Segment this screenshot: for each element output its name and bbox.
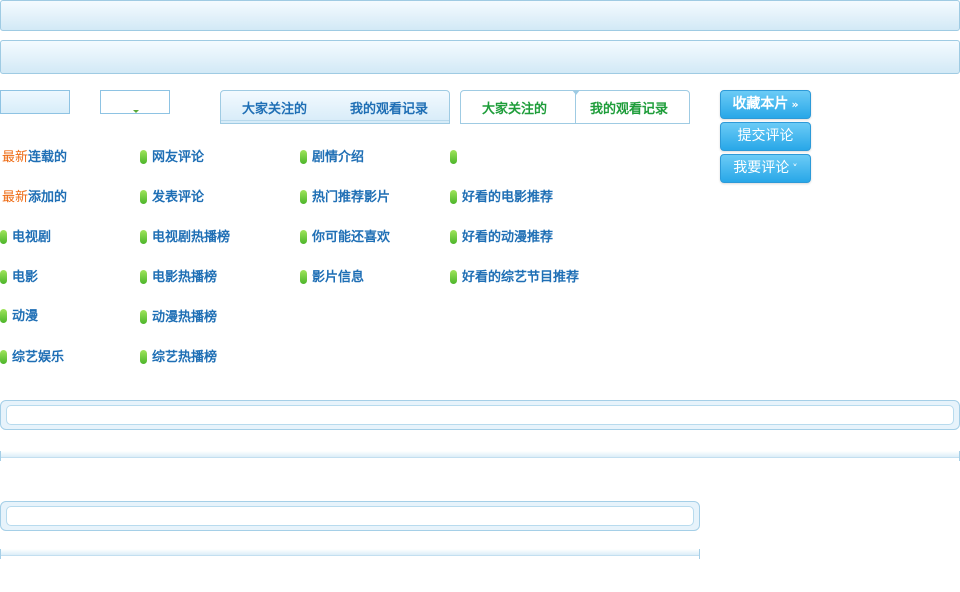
link-label: 综艺热播榜 bbox=[152, 350, 218, 365]
green-pill-bullet-icon bbox=[0, 270, 7, 284]
link-label: 电影 bbox=[12, 270, 39, 285]
green-pill-bullet-icon bbox=[0, 230, 7, 244]
latest-prefix: 最新 bbox=[2, 150, 29, 165]
link-label: 好看的综艺节目推荐 bbox=[462, 270, 580, 285]
select-dropdown[interactable] bbox=[100, 90, 170, 114]
link-label: 网友评论 bbox=[152, 150, 205, 165]
green-pill-bullet-icon bbox=[140, 270, 147, 284]
link-label: 电视剧热播榜 bbox=[152, 230, 231, 245]
nav-bar bbox=[0, 40, 960, 74]
link-label: 剧情介绍 bbox=[312, 150, 365, 165]
dropdown-arrow-icon bbox=[133, 110, 139, 113]
green-pill-bullet-icon bbox=[140, 190, 147, 204]
link-label: 电视剧 bbox=[12, 230, 52, 245]
panel-divider bbox=[0, 451, 960, 461]
green-pill-bullet-icon bbox=[140, 310, 147, 324]
link-label: 动漫 bbox=[12, 309, 39, 324]
top-header-bar bbox=[0, 0, 960, 31]
latest-prefix: 最新 bbox=[2, 190, 29, 205]
link-label: 电影热播榜 bbox=[152, 270, 218, 285]
link-label: 添加的 bbox=[28, 190, 68, 205]
link-label: 好看的动漫推荐 bbox=[462, 230, 554, 245]
submit-comment-button[interactable]: 提交评论 bbox=[720, 122, 811, 151]
link-label: 发表评论 bbox=[152, 190, 205, 205]
link-label: 影片信息 bbox=[312, 270, 365, 285]
green-pill-bullet-icon bbox=[450, 230, 457, 244]
link-label: 好看的电影推荐 bbox=[462, 190, 554, 205]
double-chevron-right-icon: » bbox=[791, 98, 799, 111]
tab-group-primary: 大家关注的 我的观看记录 bbox=[220, 90, 450, 124]
green-pill-bullet-icon bbox=[300, 190, 307, 204]
chevron-down-icon: ˅ bbox=[792, 162, 798, 175]
green-pill-bullet-icon bbox=[140, 150, 147, 164]
content-panel-header bbox=[0, 400, 960, 430]
green-pill-bullet-icon bbox=[300, 150, 307, 164]
blank-button[interactable] bbox=[0, 90, 70, 114]
panel-inner bbox=[6, 405, 954, 425]
submit-comment-label: 提交评论 bbox=[737, 128, 794, 144]
tab-watch-history-alt[interactable]: 我的观看记录 bbox=[590, 98, 668, 117]
link-label: 综艺娱乐 bbox=[12, 350, 65, 365]
green-pill-bullet-icon bbox=[450, 190, 457, 204]
green-pill-bullet-icon bbox=[0, 350, 7, 364]
green-pill-bullet-icon bbox=[140, 350, 147, 364]
panel-inner bbox=[6, 506, 694, 526]
content-panel-header-secondary bbox=[0, 501, 700, 531]
green-pill-bullet-icon bbox=[0, 309, 7, 323]
green-pill-bullet-icon bbox=[300, 230, 307, 244]
tab-group-secondary: 大家关注的 我的观看记录 bbox=[460, 90, 690, 124]
tab-popular-alt[interactable]: 大家关注的 bbox=[482, 98, 547, 117]
green-pill-bullet-icon bbox=[450, 150, 457, 164]
green-pill-bullet-icon bbox=[300, 270, 307, 284]
tab-active-marker-icon bbox=[572, 90, 580, 95]
link-label: 动漫热播榜 bbox=[152, 310, 218, 325]
green-pill-bullet-icon bbox=[450, 270, 457, 284]
tab-watch-history[interactable]: 我的观看记录 bbox=[350, 98, 428, 117]
link-label: 你可能还喜欢 bbox=[312, 230, 391, 245]
favorite-button[interactable]: 收藏本片» bbox=[720, 90, 811, 119]
panel-divider bbox=[0, 549, 700, 559]
green-pill-bullet-icon bbox=[140, 230, 147, 244]
my-comment-label: 我要评论 bbox=[733, 160, 790, 176]
tab-popular[interactable]: 大家关注的 bbox=[242, 98, 307, 117]
favorite-label: 收藏本片 bbox=[732, 96, 789, 112]
link-label: 连载的 bbox=[28, 150, 68, 165]
link-label: 热门推荐影片 bbox=[312, 190, 391, 205]
my-comment-button[interactable]: 我要评论 ˅ bbox=[720, 154, 811, 183]
